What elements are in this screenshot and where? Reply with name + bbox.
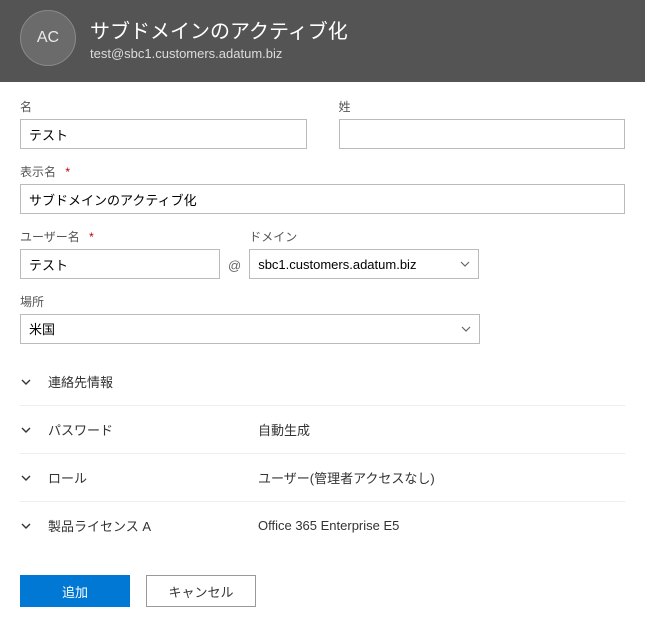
avatar-initials: AC: [37, 29, 59, 47]
first-name-input[interactable]: [20, 119, 307, 149]
username-label: ユーザー名 *: [20, 228, 220, 245]
section-label: 連絡先情報: [48, 372, 248, 391]
avatar: AC: [20, 10, 76, 66]
section-value: Office 365 Enterprise E5: [258, 518, 399, 533]
add-button[interactable]: 追加: [20, 575, 130, 607]
first-name-label: 名: [20, 98, 307, 115]
username-input[interactable]: [20, 249, 220, 279]
page-title: サブドメインのアクティブ化: [90, 15, 348, 44]
section-value: ユーザー(管理者アクセスなし): [258, 468, 435, 487]
chevron-down-icon: [20, 472, 38, 484]
location-label: 場所: [20, 293, 625, 310]
section-label: パスワード: [48, 420, 248, 439]
last-name-label: 姓: [339, 98, 626, 115]
button-row: 追加 キャンセル: [20, 575, 625, 617]
form-body: 名 姓 表示名 * ユーザー名 * @ ドメイン: [0, 82, 645, 637]
section-role[interactable]: ロール ユーザー(管理者アクセスなし): [20, 453, 625, 501]
display-name-label: 表示名 *: [20, 163, 625, 180]
section-label: 製品ライセンス A: [48, 516, 248, 535]
chevron-down-icon: [20, 520, 38, 532]
section-value: 自動生成: [258, 420, 310, 439]
header-text: サブドメインのアクティブ化 test@sbc1.customers.adatum…: [90, 15, 348, 61]
location-select[interactable]: 米国: [20, 314, 480, 344]
expandable-sections: 連絡先情報 パスワード 自動生成 ロール ユーザー(管理者アクセスなし) 製品ラ…: [20, 358, 625, 549]
display-name-input[interactable]: [20, 184, 625, 214]
chevron-down-icon: [20, 376, 38, 388]
section-contact-info[interactable]: 連絡先情報: [20, 358, 625, 405]
last-name-input[interactable]: [339, 119, 626, 149]
section-label: ロール: [48, 468, 248, 487]
section-product-license[interactable]: 製品ライセンス A Office 365 Enterprise E5: [20, 501, 625, 549]
cancel-button[interactable]: キャンセル: [146, 575, 256, 607]
required-marker: *: [65, 165, 70, 179]
section-password[interactable]: パスワード 自動生成: [20, 405, 625, 453]
chevron-down-icon: [20, 424, 38, 436]
at-symbol: @: [228, 258, 241, 279]
required-marker: *: [89, 230, 94, 244]
page-header: AC サブドメインのアクティブ化 test@sbc1.customers.ada…: [0, 0, 645, 82]
domain-select[interactable]: sbc1.customers.adatum.biz: [249, 249, 479, 279]
domain-label: ドメイン: [249, 228, 479, 245]
page-subtitle-email: test@sbc1.customers.adatum.biz: [90, 46, 348, 61]
